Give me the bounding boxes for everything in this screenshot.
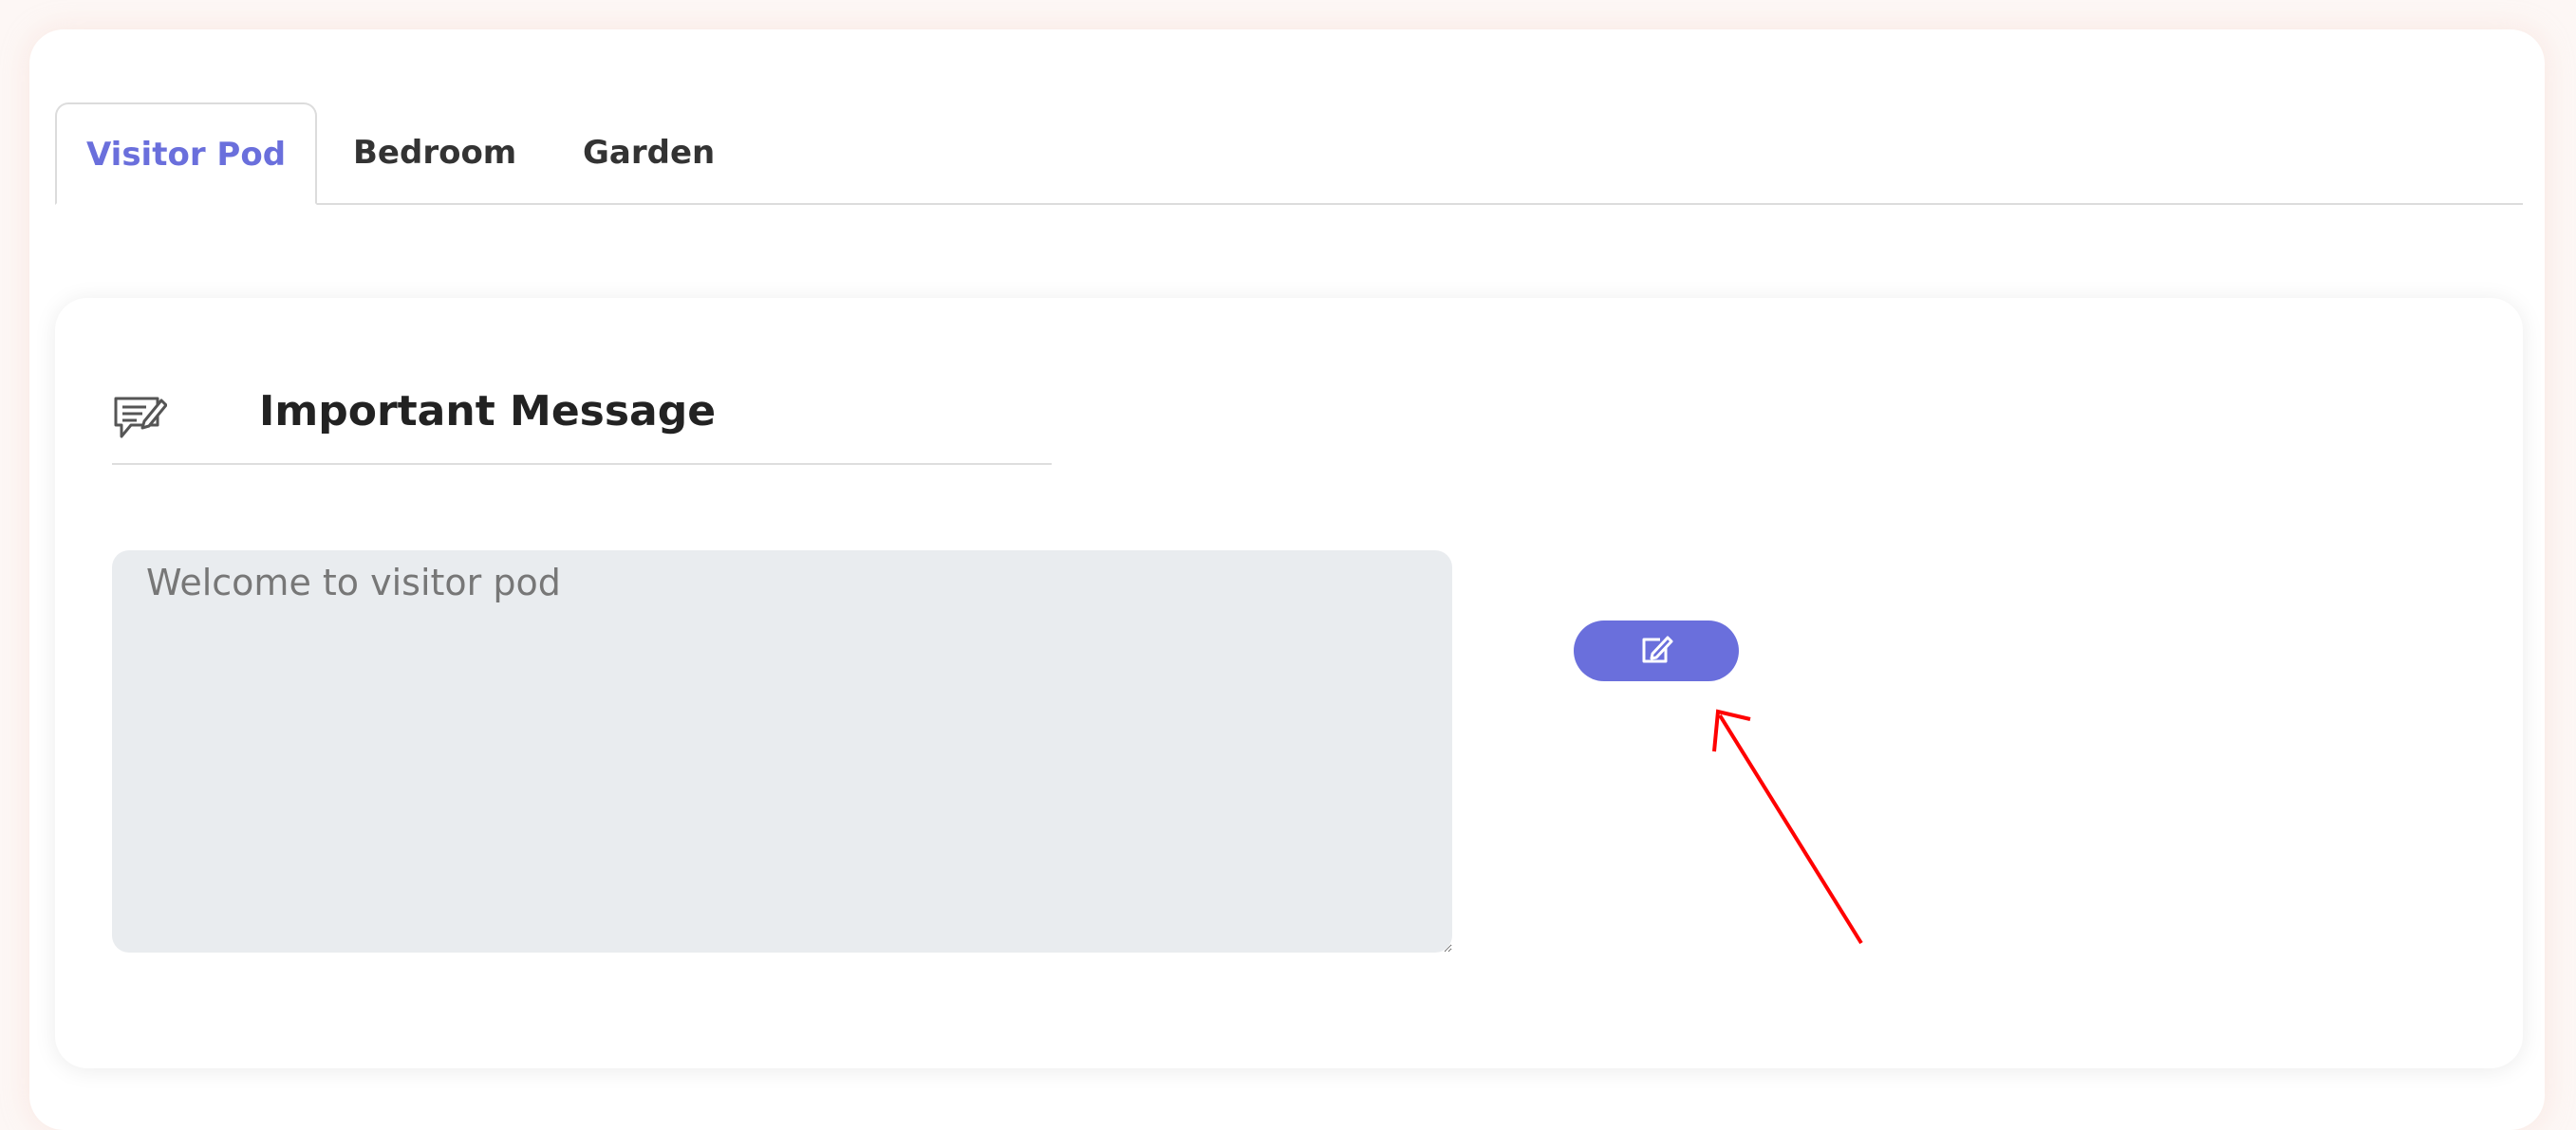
tab-visitor-pod[interactable]: Visitor Pod	[55, 102, 317, 205]
edit-message-button[interactable]	[1574, 621, 1739, 681]
message-textarea[interactable]: Welcome to visitor pod	[112, 550, 1452, 953]
card-title: Important Message	[259, 387, 717, 435]
edit-icon	[1639, 635, 1673, 668]
card-header: Important Message	[112, 383, 1052, 465]
tab-garden[interactable]: Garden	[583, 102, 715, 203]
message-edit-icon	[112, 393, 168, 444]
tab-bedroom[interactable]: Bedroom	[353, 102, 516, 203]
tab-bar: Visitor Pod Bedroom Garden	[55, 102, 2523, 205]
important-message-card: Important Message Welcome to visitor pod	[55, 298, 2523, 1068]
